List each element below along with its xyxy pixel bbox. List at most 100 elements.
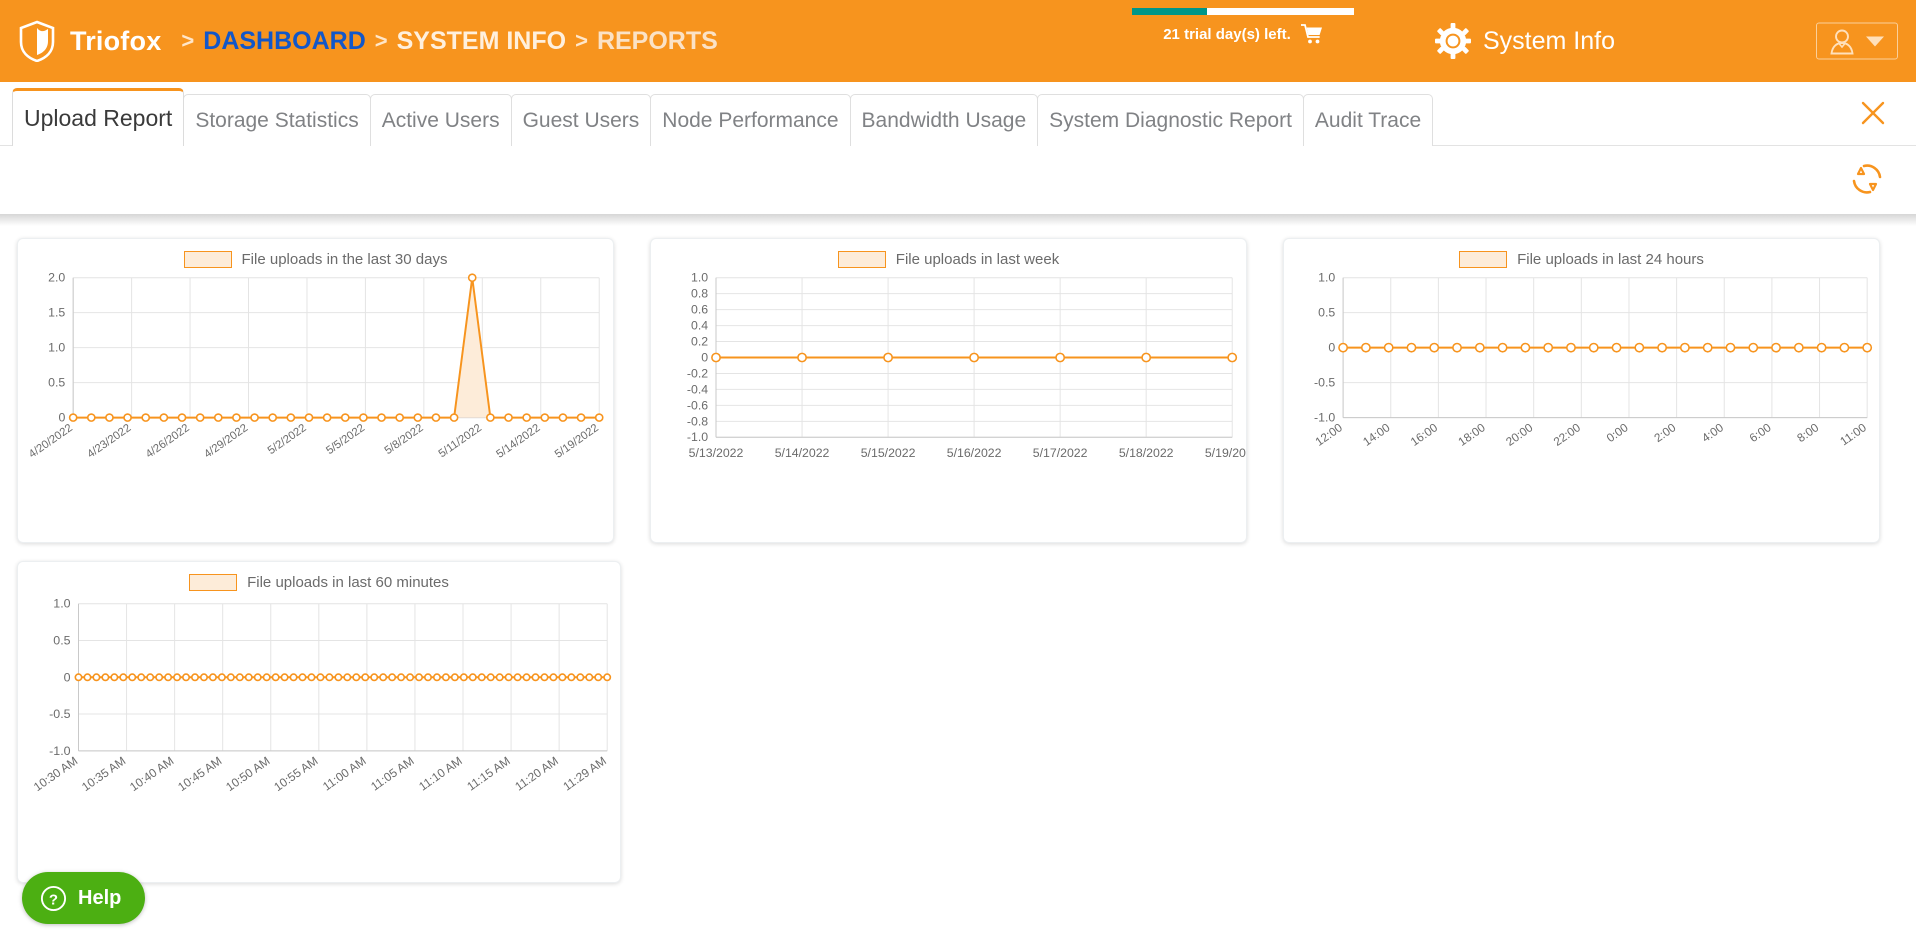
plot-area: -1.0 -0.8 -0.6 -0.4 -0.2 0 0.2 0.4 0.6 0.8 1.0 5/13… [651,239,1246,542]
svg-text:14:00: 14:00 [1360,420,1393,449]
reports-content: File uploads in the last 30 days 0 0.5 1.0… [0,226,1916,901]
svg-text:5/16/2022: 5/16/2022 [947,446,1002,460]
svg-text:10:30 AM: 10:30 AM [31,754,80,794]
chart-card-uploads-30-days: File uploads in the last 30 days 0 0.5 1.0… [17,238,614,543]
svg-text:10:35 AM: 10:35 AM [79,754,128,794]
tab-upload-report[interactable]: Upload Report [12,88,185,146]
plot-area: -1.0 -0.5 0 0.5 1.0 10:30 AM 10:35 AM 10:40 AM 1… [18,562,620,882]
brand-name: Triofox [70,25,162,56]
svg-text:4/29/2022: 4/29/2022 [202,422,250,461]
svg-text:-0.2: -0.2 [687,366,708,380]
breadcrumb-separator-1: > [181,28,195,53]
tab-audit-trace[interactable]: Audit Trace [1302,94,1434,146]
tab-storage-statistics[interactable]: Storage Statistics [183,94,371,146]
svg-text:1.0: 1.0 [1318,271,1335,285]
tab-label: Upload Report [24,105,173,131]
brand[interactable]: Triofox [18,20,162,63]
trial-progress-bar [1132,8,1354,15]
trial-days-label: 21 trial day(s) left. [1163,25,1291,43]
tab-guest-users[interactable]: Guest Users [510,94,652,146]
svg-text:5/17/2022: 5/17/2022 [1033,446,1088,460]
svg-text:11:29 AM: 11:29 AM [560,754,609,794]
svg-text:6:00: 6:00 [1747,420,1774,445]
svg-text:-0.6: -0.6 [687,398,708,412]
tab-bandwidth-usage[interactable]: Bandwidth Usage [849,94,1039,146]
shopping-cart-icon[interactable] [1299,24,1323,44]
svg-text:-1.0: -1.0 [687,430,708,444]
svg-text:0.5: 0.5 [1318,306,1335,320]
svg-text:-0.5: -0.5 [1314,376,1335,390]
svg-text:0: 0 [701,350,708,364]
svg-text:5/19/2022: 5/19/2022 [553,422,601,461]
svg-text:20:00: 20:00 [1503,420,1536,449]
svg-text:0: 0 [64,670,71,684]
svg-text:5/14/2022: 5/14/2022 [494,422,542,461]
chart-row-1: File uploads in the last 30 days 0 0.5 1.0… [0,238,1916,561]
svg-text:5/19/2022: 5/19/2022 [1205,446,1246,460]
svg-text:1.5: 1.5 [48,306,65,320]
app-header: Triofox > DASHBOARD > SYSTEM INFO > REPO… [0,0,1916,82]
svg-text:0.8: 0.8 [691,287,708,301]
help-button[interactable]: ? Help [22,872,146,924]
close-icon[interactable] [1860,100,1886,126]
svg-text:0.2: 0.2 [691,334,708,348]
breadcrumb-item-system-info[interactable]: SYSTEM INFO [397,27,566,56]
tab-system-diagnostic-report[interactable]: System Diagnostic Report [1037,94,1304,146]
report-tabs: Upload Report Storage Statistics Active … [0,82,1916,146]
svg-text:-0.8: -0.8 [687,414,708,428]
svg-text:11:00 AM: 11:00 AM [320,754,369,794]
plot-area: 0 0.5 1.0 1.5 2.0 4/20/2022 4/23/2022 4/26/2022… [18,239,613,542]
svg-text:0: 0 [58,411,65,425]
breadcrumb: > DASHBOARD > SYSTEM INFO > REPORTS [181,27,717,56]
svg-text:5/18/2022: 5/18/2022 [1119,446,1174,460]
svg-text:2:00: 2:00 [1651,420,1678,445]
svg-text:11:20 AM: 11:20 AM [512,754,561,794]
svg-text:0.5: 0.5 [53,633,70,647]
svg-text:-0.5: -0.5 [49,707,70,721]
svg-text:5/2/2022: 5/2/2022 [266,422,309,457]
breadcrumb-separator-2: > [374,28,388,53]
svg-text:4:00: 4:00 [1699,420,1726,445]
tab-label: Storage Statistics [195,108,359,132]
tab-label: Guest Users [522,108,640,132]
trial-progress-fill [1132,8,1208,15]
svg-text:-0.4: -0.4 [687,382,708,396]
svg-text:5/14/2022: 5/14/2022 [775,446,830,460]
report-toolbar [0,146,1916,214]
svg-text:0.4: 0.4 [691,319,708,333]
tab-label: Node Performance [662,108,839,132]
svg-text:4/20/2022: 4/20/2022 [27,422,75,461]
svg-text:0.6: 0.6 [691,303,708,317]
svg-text:5/15/2022: 5/15/2022 [861,446,916,460]
chart-card-uploads-last-24-hours: File uploads in last 24 hours -1.0 -0.5 0 0… [1283,238,1880,543]
svg-text:11:10 AM: 11:10 AM [416,754,465,794]
svg-text:?: ? [49,891,58,908]
svg-text:0.5: 0.5 [48,376,65,390]
tab-label: Audit Trace [1314,108,1422,132]
breadcrumb-item-dashboard[interactable]: DASHBOARD [203,27,366,56]
svg-text:11:00: 11:00 [1837,420,1869,448]
plot-area: -1.0 -0.5 0 0.5 1.0 12:00 14:00 16:00 18:00 20:00… [1284,239,1879,542]
user-menu-button[interactable] [1816,22,1898,60]
help-label: Help [78,886,122,909]
svg-text:10:50 AM: 10:50 AM [223,754,272,794]
tab-label: Bandwidth Usage [861,108,1027,132]
system-info-button[interactable]: System Info [1435,23,1615,59]
tab-active-users[interactable]: Active Users [369,94,512,146]
tab-label: Active Users [381,108,500,132]
chart-card-uploads-last-week: File uploads in last week -1.0 -0.8 -0.6 -0… [650,238,1247,543]
gear-icon [1435,23,1471,59]
chart-row-2: File uploads in last 60 minutes -1.0 -0.5… [0,561,1916,901]
svg-text:10:55 AM: 10:55 AM [271,754,320,794]
svg-text:4/23/2022: 4/23/2022 [85,422,133,461]
svg-text:1.0: 1.0 [48,341,65,355]
svg-text:-1.0: -1.0 [49,744,70,758]
svg-text:-1.0: -1.0 [1314,411,1335,425]
svg-text:5/13/2022: 5/13/2022 [689,446,744,460]
refresh-icon[interactable] [1846,158,1888,200]
svg-text:10:40 AM: 10:40 AM [127,754,176,794]
breadcrumb-item-reports: REPORTS [596,26,718,55]
svg-text:11:15 AM: 11:15 AM [464,754,513,794]
tab-node-performance[interactable]: Node Performance [650,94,851,146]
svg-text:16:00: 16:00 [1408,420,1441,449]
